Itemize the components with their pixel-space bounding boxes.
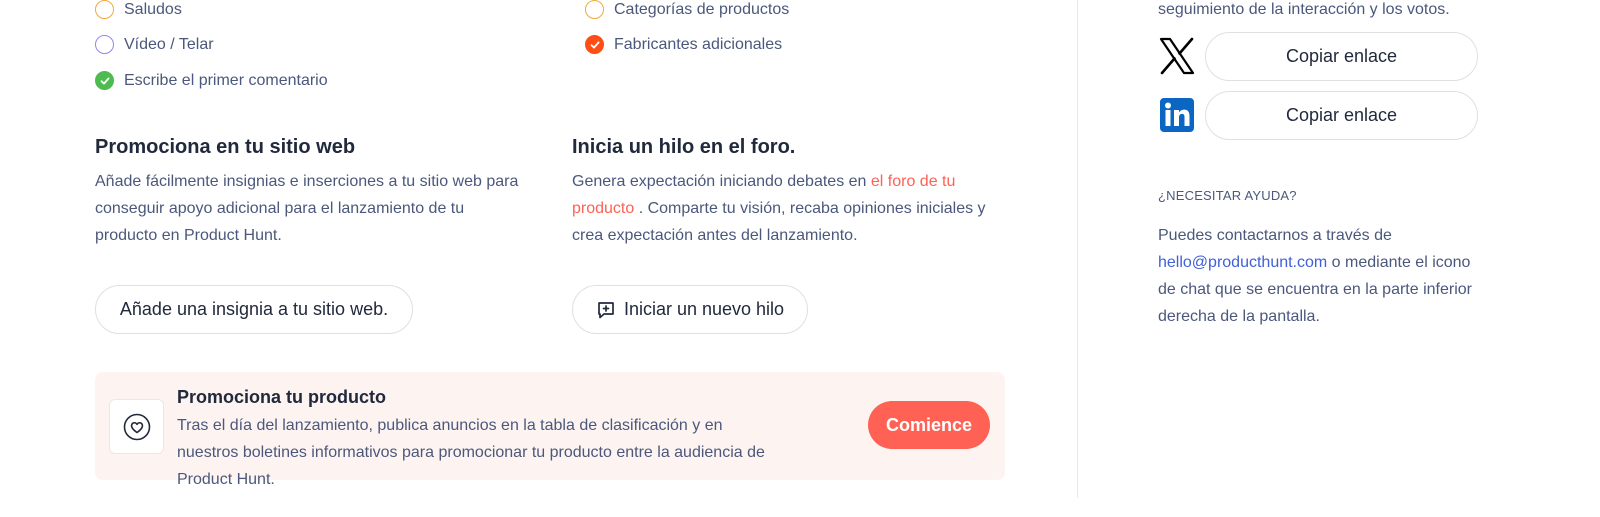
promote-product-banner: Promociona tu producto Tras el día del l… [95, 372, 1005, 488]
checklist-label: Vídeo / Telar [124, 35, 214, 53]
checklist-label: Escribe el primer comentario [124, 71, 328, 89]
x-icon[interactable] [1158, 37, 1196, 75]
forum-text-after: . Comparte tu visión, recaba opiniones i… [572, 200, 986, 244]
checklist-item-saludos[interactable]: Saludos [95, 0, 182, 19]
help-text: Puedes contactarnos a través de hello@pr… [1158, 222, 1478, 330]
add-badge-button[interactable]: Añade una insignia a tu sitio web. [95, 285, 413, 334]
copy-link-label: Copiar enlace [1285, 105, 1398, 125]
website-section-text: Añade fácilmente insignias e inserciones… [95, 173, 519, 244]
checklist-item-makers[interactable]: Fabricantes adicionales [585, 35, 782, 54]
checklist-item-first-comment[interactable]: Escribe el primer comentario [95, 71, 328, 90]
promo-title: Promociona tu producto [177, 387, 386, 407]
website-section-title: Promociona en tu sitio web [95, 136, 356, 158]
pending-circle-icon [585, 0, 604, 19]
copy-link-label: Copiar enlace [1285, 46, 1398, 66]
help-text-before: Puedes contactarnos a través de [1158, 227, 1392, 244]
get-started-button[interactable]: Comience [868, 401, 990, 449]
help-email-link[interactable]: hello@producthunt.com [1158, 254, 1327, 271]
forum-section-title: Inicia un hilo en el foro. [572, 136, 796, 158]
add-badge-button-label: Añade una insignia a tu sitio web. [119, 299, 389, 319]
new-thread-button[interactable]: Iniciar un nuevo hilo [572, 285, 808, 334]
pending-circle-icon [95, 0, 114, 19]
checklist-item-categories[interactable]: Categorías de productos [585, 0, 789, 19]
pending-circle-icon [95, 35, 114, 54]
column-divider [1077, 0, 1078, 498]
copy-link-linkedin-button[interactable]: Copiar enlace [1205, 91, 1478, 140]
forum-section-text: Genera expectación iniciando debates en … [572, 168, 992, 249]
sidebar-top-text: seguimiento de la interacción y los voto… [1158, 1, 1450, 18]
checklist-item-video[interactable]: Vídeo / Telar [95, 35, 214, 54]
new-thread-button-label: Iniciar un nuevo hilo [623, 299, 785, 319]
checklist-label: Categorías de productos [614, 0, 790, 18]
checkmark-icon [95, 71, 114, 90]
linkedin-icon[interactable] [1158, 96, 1196, 134]
forum-text-before: Genera expectación iniciando debates en [572, 173, 871, 190]
message-plus-icon [598, 301, 614, 318]
promo-text: Tras el día del lanzamiento, publica anu… [177, 417, 765, 488]
heart-circle-icon [109, 399, 164, 454]
checkmark-icon [585, 35, 604, 54]
copy-link-x-button[interactable]: Copiar enlace [1205, 32, 1478, 81]
checklist-label: Saludos [124, 0, 182, 18]
help-heading: ¿NECESITAR AYUDA? [1158, 188, 1297, 203]
checklist-label: Fabricantes adicionales [614, 35, 783, 53]
